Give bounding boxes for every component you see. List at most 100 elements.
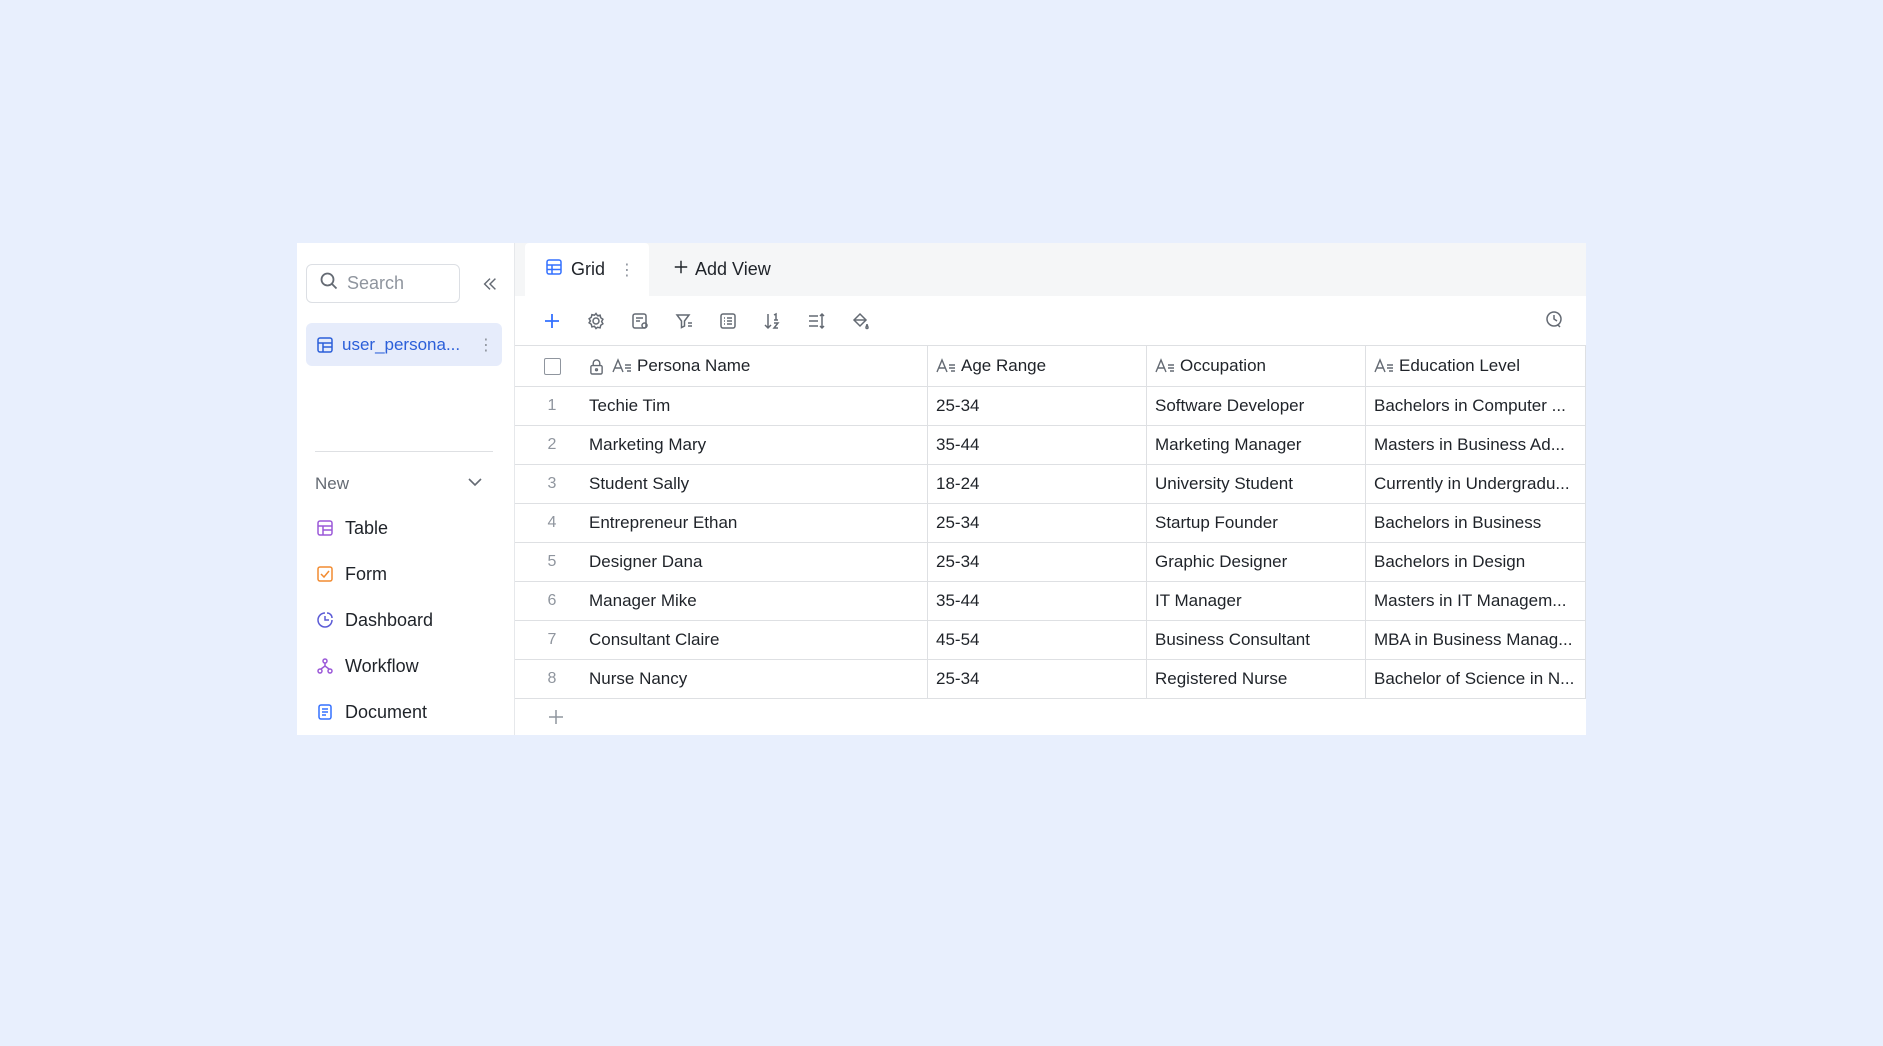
add-row-button[interactable] [515,699,1586,735]
chevron-down-icon [465,472,485,497]
cell-education-level[interactable]: MBA in Business Manag... [1365,621,1586,659]
plus-icon [547,706,565,732]
filter-icon[interactable] [673,310,695,332]
table-row[interactable]: 1 Techie Tim 25-34 Software Developer Ba… [515,387,1586,426]
cell-persona-name[interactable]: Entrepreneur Ethan [589,504,927,542]
workflow-icon [315,656,335,676]
column-header-persona-name[interactable]: Persona Name [589,346,927,386]
table-icon [315,518,335,538]
paint-bucket-icon[interactable] [849,310,871,332]
add-view-button[interactable]: Add View [649,243,771,296]
cell-education-level[interactable]: Currently in Undergradu... [1365,465,1586,503]
search-icon [319,271,339,296]
select-all-cell [515,346,589,386]
cell-occupation[interactable]: Graphic Designer [1146,543,1365,581]
column-header-label: Education Level [1399,356,1520,375]
new-form-item[interactable]: Form [315,551,433,597]
collapse-sidebar-icon[interactable] [478,272,502,296]
cell-occupation[interactable]: Marketing Manager [1146,426,1365,464]
field-icon[interactable] [629,310,651,332]
search-input[interactable]: Search [306,264,460,303]
sidebar: Search user_persona... ⋮ New Table Form … [297,243,515,735]
tab-grid[interactable]: Grid ⋮ [525,243,650,296]
new-form-label: Form [345,563,387,584]
grid-icon [545,258,563,281]
sort-icon[interactable] [761,310,783,332]
new-section-label: New [315,474,350,493]
group-icon[interactable] [717,310,739,332]
main-panel: Grid ⋮ Add View Persona Name Age Range O… [515,243,1586,735]
cell-occupation[interactable]: Software Developer [1146,387,1365,425]
cell-age-range[interactable]: 35-44 [927,426,1146,464]
sidebar-table-label: user_persona... [342,334,461,354]
row-index: 1 [547,397,557,414]
table-row[interactable]: 3 Student Sally 18-24 University Student… [515,465,1586,504]
new-section-header[interactable]: New [315,469,485,499]
row-height-icon[interactable] [805,310,827,332]
text-field-icon [936,357,956,375]
data-grid: Persona Name Age Range Occupation Educat… [515,345,1586,735]
cell-education-level[interactable]: Bachelors in Computer ... [1365,387,1586,425]
add-record-icon[interactable] [541,310,563,332]
column-header-occupation[interactable]: Occupation [1146,346,1365,386]
cell-age-range[interactable]: 35-44 [927,582,1146,620]
cell-age-range[interactable]: 25-34 [927,543,1146,581]
new-dashboard-label: Dashboard [345,609,434,630]
cell-education-level[interactable]: Masters in Business Ad... [1365,426,1586,464]
table-row[interactable]: 4 Entrepreneur Ethan 25-34 Startup Found… [515,504,1586,543]
text-field-icon [1155,357,1175,375]
cell-education-level[interactable]: Bachelors in Business [1365,504,1586,542]
sidebar-table-user-persona[interactable]: user_persona... ⋮ [306,323,502,366]
cell-age-range[interactable]: 25-34 [927,387,1146,425]
row-index: 6 [547,592,557,609]
cell-education-level[interactable]: Masters in IT Managem... [1365,582,1586,620]
cell-education-level[interactable]: Bachelor of Science in N... [1365,660,1586,698]
cell-occupation[interactable]: Business Consultant [1146,621,1365,659]
cell-age-range[interactable]: 45-54 [927,621,1146,659]
select-all-checkbox[interactable] [543,357,561,375]
new-table-item[interactable]: Table [315,505,433,551]
cell-persona-name[interactable]: Marketing Mary [589,426,927,464]
cell-persona-name[interactable]: Nurse Nancy [589,660,927,698]
cell-persona-name[interactable]: Consultant Claire [589,621,927,659]
cell-persona-name[interactable]: Student Sally [589,465,927,503]
tab-more-icon[interactable]: ⋮ [619,260,635,280]
table-row[interactable]: 8 Nurse Nancy 25-34 Registered Nurse Bac… [515,660,1586,699]
cell-occupation[interactable]: Registered Nurse [1146,660,1365,698]
new-table-label: Table [345,517,389,538]
cell-occupation[interactable]: Startup Founder [1146,504,1365,542]
cell-occupation[interactable]: IT Manager [1146,582,1365,620]
row-index: 8 [547,670,557,687]
settings-icon[interactable] [585,310,607,332]
new-document-item[interactable]: Document [315,689,433,735]
dashboard-icon [315,610,335,630]
table-row[interactable]: 6 Manager Mike 35-44 IT Manager Masters … [515,582,1586,621]
cell-persona-name[interactable]: Manager Mike [589,582,927,620]
search-placeholder: Search [347,273,405,293]
cell-persona-name[interactable]: Designer Dana [589,543,927,581]
toolbar [515,296,1586,345]
text-field-icon [1374,357,1394,375]
table-row[interactable]: 7 Consultant Claire 45-54 Business Consu… [515,621,1586,660]
new-document-label: Document [345,701,428,722]
new-dashboard-item[interactable]: Dashboard [315,597,433,643]
cell-persona-name[interactable]: Techie Tim [589,387,927,425]
new-workflow-item[interactable]: Workflow [315,643,433,689]
new-workflow-label: Workflow [345,655,419,676]
plus-icon [673,259,689,280]
search-row: Search [306,264,502,303]
cell-age-range[interactable]: 18-24 [927,465,1146,503]
table-row[interactable]: 5 Designer Dana 25-34 Graphic Designer B… [515,543,1586,582]
document-icon [315,702,335,722]
table-row[interactable]: 2 Marketing Mary 35-44 Marketing Manager… [515,426,1586,465]
column-header-education-level[interactable]: Education Level [1365,346,1586,386]
more-options-icon[interactable]: ⋮ [476,335,496,355]
column-header-label: Persona Name [637,356,751,375]
cell-education-level[interactable]: Bachelors in Design [1365,543,1586,581]
history-icon[interactable] [1544,309,1566,331]
cell-age-range[interactable]: 25-34 [927,660,1146,698]
cell-occupation[interactable]: University Student [1146,465,1365,503]
cell-age-range[interactable]: 25-34 [927,504,1146,542]
grid-header-row: Persona Name Age Range Occupation Educat… [515,345,1586,387]
column-header-age-range[interactable]: Age Range [927,346,1146,386]
